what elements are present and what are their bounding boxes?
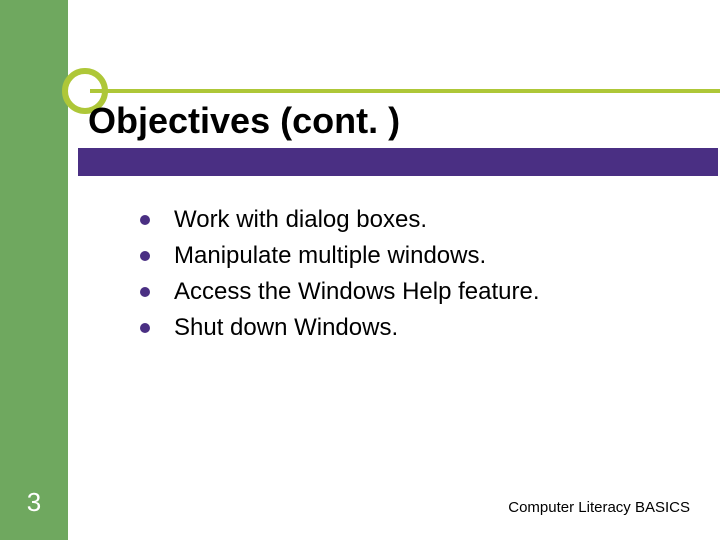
bullet-text: Manipulate multiple windows. (174, 242, 486, 270)
page-number: 3 (0, 487, 68, 518)
bullet-icon (140, 251, 150, 261)
sidebar-accent (0, 0, 68, 540)
list-item: Manipulate multiple windows. (140, 242, 720, 270)
title-underline (78, 148, 718, 176)
bullet-text: Access the Windows Help feature. (174, 278, 540, 306)
bullet-text: Shut down Windows. (174, 314, 398, 342)
slide-title: Objectives (cont. ) (68, 100, 720, 148)
slide-content: Objectives (cont. ) Work with dialog box… (68, 0, 720, 540)
bullet-icon (140, 287, 150, 297)
footer-text: Computer Literacy BASICS (508, 499, 690, 516)
bullet-icon (140, 323, 150, 333)
title-area: Objectives (cont. ) (68, 0, 720, 176)
bullet-list: Work with dialog boxes. Manipulate multi… (68, 206, 720, 342)
list-item: Shut down Windows. (140, 314, 720, 342)
bullet-text: Work with dialog boxes. (174, 206, 427, 234)
list-item: Work with dialog boxes. (140, 206, 720, 234)
bullet-icon (140, 215, 150, 225)
list-item: Access the Windows Help feature. (140, 278, 720, 306)
